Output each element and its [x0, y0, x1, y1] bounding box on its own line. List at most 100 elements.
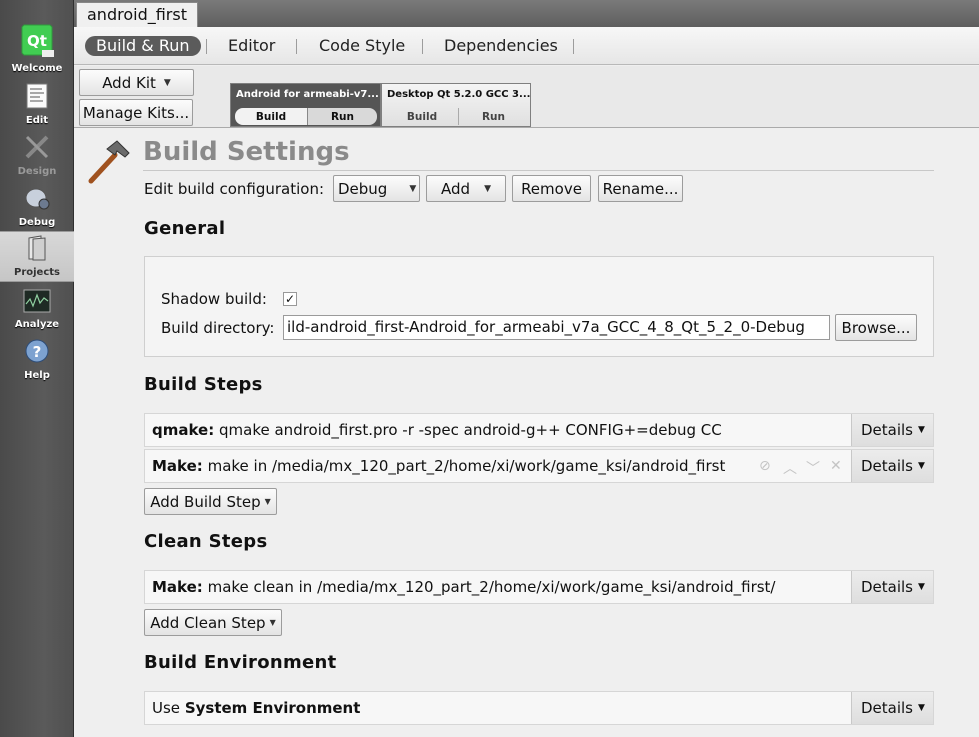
- tab-dependencies[interactable]: Dependencies: [444, 36, 558, 55]
- tab-editor[interactable]: Editor: [228, 36, 275, 55]
- dropdown-arrow-icon: ▼: [918, 703, 925, 713]
- dropdown-arrow-icon: ▼: [264, 497, 271, 506]
- build-config-select[interactable]: Debug ▼: [333, 175, 420, 202]
- step-summary: Make: make clean in /media/mx_120_part_2…: [152, 578, 792, 596]
- mode-label-debug: Debug: [18, 217, 56, 228]
- build-directory-field[interactable]: ild-android_first-Android_for_armeabi_v7…: [283, 315, 830, 340]
- add-clean-step-button[interactable]: Add Clean Step ▼: [144, 609, 282, 636]
- add-config-label: Add: [441, 179, 471, 198]
- environment-summary: Use System Environment: [152, 699, 360, 717]
- general-panel: Shadow build: ✓ Build directory: ild-and…: [144, 256, 934, 357]
- nav-separator: [573, 39, 574, 54]
- page-title: Build Settings: [143, 137, 350, 167]
- environment-name: System Environment: [184, 699, 361, 717]
- editor-tab-strip: android_first: [74, 0, 979, 27]
- step-command: make in /media/mx_120_part_2/home/xi/wor…: [207, 457, 726, 475]
- kit-desktop[interactable]: Desktop Qt 5.2.0 GCC 3... Build Run: [381, 83, 531, 127]
- build-environment-heading: Build Environment: [144, 652, 337, 673]
- tab-android-first[interactable]: android_first: [76, 2, 198, 27]
- nav-separator: [422, 39, 423, 54]
- step-summary: Make: make in /media/mx_120_part_2/home/…: [152, 457, 742, 475]
- add-kit-label: Add Kit: [102, 73, 156, 92]
- add-clean-step-label: Add Clean Step: [150, 613, 266, 632]
- add-config-button[interactable]: Add ▼: [426, 175, 506, 202]
- mode-welcome[interactable]: Qt Welcome: [0, 24, 74, 77]
- svg-text:Qt: Qt: [27, 32, 47, 50]
- kit-name: Desktop Qt 5.2.0 GCC 3...: [387, 89, 531, 100]
- remove-step-icon[interactable]: ✕: [830, 458, 842, 474]
- move-up-icon[interactable]: ︿: [783, 458, 797, 478]
- dropdown-arrow-icon: ▼: [269, 618, 276, 627]
- mode-projects[interactable]: Projects: [0, 231, 74, 282]
- shadow-build-checkbox[interactable]: ✓: [283, 292, 297, 306]
- move-down-icon[interactable]: ﹀: [806, 458, 820, 478]
- add-build-step-button[interactable]: Add Build Step ▼: [144, 488, 277, 515]
- mode-label-edit: Edit: [25, 115, 49, 126]
- disable-step-icon[interactable]: ⊘: [759, 458, 771, 474]
- details-button[interactable]: Details ▼: [851, 571, 933, 603]
- mode-design[interactable]: Design: [0, 129, 74, 180]
- manage-kits-button[interactable]: Manage Kits...: [79, 99, 193, 126]
- build-directory-label: Build directory:: [161, 319, 275, 337]
- clean-step-make: Make: make clean in /media/mx_120_part_2…: [144, 570, 934, 604]
- nav-separator: [296, 39, 297, 54]
- help-icon: ?: [24, 338, 50, 368]
- shadow-build-label: Shadow build:: [161, 290, 267, 308]
- dropdown-arrow-icon: ▼: [409, 183, 417, 194]
- build-step-qmake: qmake: qmake android_first.pro -r -spec …: [144, 413, 934, 447]
- mode-label-welcome: Welcome: [11, 63, 63, 74]
- use-label: Use: [152, 699, 181, 717]
- tab-code-style[interactable]: Code Style: [319, 36, 405, 55]
- details-button[interactable]: Details ▼: [851, 450, 933, 482]
- kit-android[interactable]: Android for armeabi-v7... Build Run: [230, 83, 381, 127]
- dropdown-arrow-icon: ▼: [163, 77, 171, 88]
- step-name: Make:: [152, 578, 203, 596]
- kit-android-build-tab[interactable]: Build: [235, 108, 307, 125]
- add-kit-button[interactable]: Add Kit ▼: [79, 69, 194, 96]
- rename-config-button[interactable]: Rename...: [598, 175, 683, 202]
- remove-config-button[interactable]: Remove: [512, 175, 591, 202]
- build-steps-heading: Build Steps: [144, 374, 263, 395]
- browse-button[interactable]: Browse...: [835, 314, 917, 341]
- hammer-icon: [87, 139, 131, 189]
- mode-label-help: Help: [24, 370, 50, 381]
- kit-desktop-run-tab[interactable]: Run: [458, 108, 528, 125]
- mode-debug[interactable]: Debug: [0, 180, 74, 231]
- tab-build-run[interactable]: Build & Run: [85, 36, 201, 56]
- details-label: Details: [861, 699, 914, 717]
- kit-desktop-build-tab[interactable]: Build: [386, 108, 458, 125]
- oscilloscope-icon: [23, 289, 51, 317]
- build-config-value: Debug: [338, 179, 388, 198]
- folder-icon: [26, 235, 48, 265]
- step-summary: qmake: qmake android_first.pro -r -spec …: [152, 421, 742, 439]
- mode-edit[interactable]: Edit: [0, 78, 74, 129]
- mode-label-design: Design: [17, 166, 57, 177]
- build-settings-page: Build Settings Edit build configuration:…: [74, 129, 979, 737]
- details-button[interactable]: Details ▼: [851, 414, 933, 446]
- mode-label-analyze: Analyze: [14, 319, 60, 330]
- build-step-make: Make: make in /media/mx_120_part_2/home/…: [144, 449, 934, 483]
- step-command: qmake android_first.pro -r -spec android…: [219, 421, 722, 439]
- nav-separator: [206, 39, 207, 54]
- dropdown-arrow-icon: ▼: [918, 425, 925, 435]
- clean-steps-heading: Clean Steps: [144, 531, 268, 552]
- svg-text:?: ?: [33, 343, 42, 361]
- step-name: qmake:: [152, 421, 215, 439]
- kit-name: Android for armeabi-v7...: [236, 89, 379, 100]
- mode-sidebar: Qt Welcome Edit Design Debug Projects An…: [0, 0, 74, 737]
- mode-label-projects: Projects: [13, 267, 60, 278]
- dropdown-arrow-icon: ▼: [484, 183, 491, 194]
- details-label: Details: [861, 421, 914, 439]
- details-button[interactable]: Details ▼: [851, 692, 933, 724]
- dropdown-arrow-icon: ▼: [918, 582, 925, 592]
- mode-help[interactable]: ? Help: [0, 333, 74, 384]
- details-label: Details: [861, 457, 914, 475]
- general-heading: General: [144, 218, 226, 239]
- step-name: Make:: [152, 457, 203, 475]
- kit-android-run-tab[interactable]: Run: [307, 108, 377, 125]
- document-icon: [26, 83, 48, 113]
- mode-analyze[interactable]: Analyze: [0, 282, 74, 333]
- design-icon: [24, 134, 50, 164]
- project-subnav: Build & Run Editor Code Style Dependenci…: [74, 27, 979, 65]
- title-divider: [143, 170, 934, 171]
